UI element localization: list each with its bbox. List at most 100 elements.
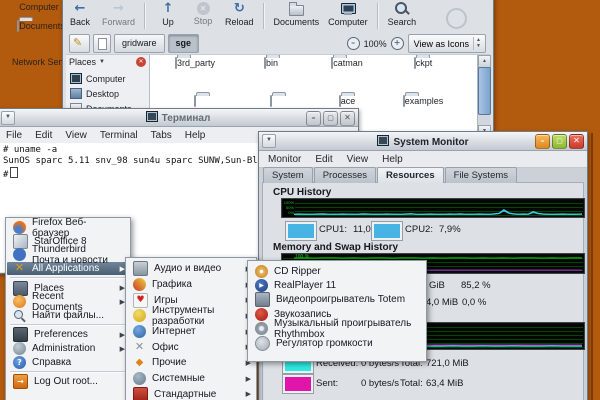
documents-icon — [287, 1, 305, 16]
menu-item-preferences[interactable]: Preferences — [7, 328, 129, 342]
term-menu-terminal[interactable]: Terminal — [100, 130, 138, 141]
folder-row2-2[interactable] — [238, 96, 304, 106]
folder-ckpt[interactable]: ckpt — [390, 58, 456, 68]
folder-examples[interactable]: examples — [390, 96, 456, 106]
terminal-line: # — [3, 170, 8, 180]
zoom-in-button[interactable] — [391, 37, 404, 50]
back-button[interactable]: ← Back — [67, 1, 93, 27]
system-monitor-tabs: SystemProcessesResourcesFile Systems — [263, 167, 518, 183]
folder-icon — [331, 57, 333, 69]
computer-mini-icon — [70, 73, 82, 84]
term-menu-help[interactable]: Help — [185, 130, 206, 141]
cpu-history-graph: 100% 50% 0% — [281, 198, 585, 218]
computer-button[interactable]: Computer — [328, 1, 368, 27]
tab-resources[interactable]: Resources — [377, 167, 444, 183]
folder-3rd-party[interactable]: 3rd_party — [162, 58, 228, 68]
menu-item-totem[interactable]: Видеопроигрыватель Totem — [249, 293, 425, 307]
menu-item-system[interactable]: Системные — [127, 371, 255, 387]
folder-ace[interactable]: ace — [314, 96, 380, 106]
menu-item-audio-video[interactable]: Аудио и видео — [127, 261, 255, 277]
tab-file-systems[interactable]: File Systems — [445, 167, 517, 183]
maximize-button[interactable] — [323, 111, 338, 126]
term-menu-file[interactable]: File — [6, 130, 22, 141]
location-note-button[interactable] — [93, 34, 111, 53]
folder-row2-1[interactable] — [162, 96, 228, 106]
sm-menu-view[interactable]: View — [347, 154, 369, 165]
menu-item-rhythmbox[interactable]: Музыкальный проигрыватель Rhythmbox — [249, 322, 425, 336]
place-desktop[interactable]: Desktop — [66, 86, 149, 101]
scrollbar-thumb[interactable] — [478, 67, 491, 115]
place-computer[interactable]: Computer — [66, 71, 149, 86]
cpu2-swatch[interactable] — [372, 222, 402, 240]
search-button[interactable]: Search — [388, 1, 417, 27]
up-button[interactable]: ↑ Up — [155, 1, 181, 27]
term-menu-view[interactable]: View — [65, 130, 87, 141]
term-menu-tabs[interactable]: Tabs — [151, 130, 172, 141]
staroffice-icon — [13, 234, 28, 249]
sound-recorder-icon — [255, 308, 268, 321]
close-button[interactable] — [340, 111, 355, 126]
audio-video-submenu: CD Ripper ▶ RealPlayer 11 Видеопроигрыва… — [247, 260, 427, 362]
menu-item-office[interactable]: ✕ Офис — [127, 339, 255, 355]
terminal-icon — [146, 111, 158, 122]
menu-item-administration[interactable]: Administration — [7, 342, 129, 356]
sm-menu-monitor[interactable]: Monitor — [268, 154, 301, 165]
cpu-graph-lines — [294, 200, 582, 216]
folder-icon — [270, 95, 272, 107]
file-manager-toolbar: ← Back → Forward ↑ Up ✕ Stop ↻ Reload Do… — [67, 1, 443, 31]
menu-item-cd-ripper[interactable]: CD Ripper — [249, 264, 425, 278]
received-total: 721,0 MiB — [426, 358, 469, 369]
breadcrumb-sge[interactable]: sge — [168, 34, 200, 53]
edit-location-button[interactable] — [69, 34, 90, 53]
zoom-out-button[interactable] — [347, 37, 360, 50]
reload-button[interactable]: ↻ Reload — [225, 1, 254, 27]
menu-item-firefox[interactable]: Firefox Веб-браузер — [7, 221, 129, 235]
folder-icon — [264, 57, 266, 69]
tab-processes[interactable]: Processes — [314, 167, 376, 183]
documents-button[interactable]: Documents — [274, 1, 320, 27]
terminal-titlebar[interactable]: Терминал — [0, 109, 358, 127]
forward-button[interactable]: → Forward — [102, 1, 135, 27]
menu-item-devel[interactable]: Инструменты разработки — [127, 308, 255, 324]
accessories-icon — [133, 387, 148, 400]
menu-item-logout[interactable]: → Log Out root... — [7, 375, 129, 389]
folder-catman[interactable]: catman — [314, 58, 380, 68]
menu-item-thunderbird[interactable]: Thunderbird Почта и новости — [7, 248, 129, 262]
term-menu-edit[interactable]: Edit — [35, 130, 52, 141]
menu-item-help[interactable]: ? Справка — [7, 355, 129, 369]
menu-item-other[interactable]: ◆ Прочие — [127, 355, 255, 371]
terminal-line: # uname -a — [3, 145, 57, 155]
memory-history-heading: Memory and Swap History — [273, 242, 398, 253]
close-button[interactable] — [569, 134, 584, 149]
sm-menu-help[interactable]: Help — [382, 154, 403, 165]
terminal-line: SunOS sparc 5.11 snv_98 sun4u sparc SUNW… — [3, 156, 301, 166]
folder-icon — [339, 95, 341, 107]
stop-button[interactable]: ✕ Stop — [190, 1, 216, 26]
desktop-icon-documents-label: Documents — [19, 21, 65, 31]
close-sidebar-button[interactable] — [136, 57, 146, 67]
scrollbar[interactable] — [477, 55, 490, 138]
main-menu-popup: Firefox Веб-браузер StarOffice 8 Thunder… — [5, 217, 131, 400]
menu-item-graphics[interactable]: Графика — [127, 277, 255, 293]
minimize-button[interactable] — [535, 134, 550, 149]
minimize-button[interactable] — [306, 111, 321, 126]
tab-system[interactable]: System — [263, 167, 313, 183]
sent-swatch[interactable] — [283, 375, 313, 393]
window-menu-button[interactable] — [262, 134, 276, 148]
maximize-button[interactable] — [552, 134, 567, 149]
separator — [263, 3, 265, 29]
cpu1-label: CPU1: — [319, 224, 347, 235]
breadcrumb-gridware[interactable]: gridware — [114, 34, 165, 53]
view-mode-select[interactable]: View as Icons — [408, 34, 486, 53]
sm-menu-edit[interactable]: Edit — [315, 154, 332, 165]
places-header[interactable]: Places — [69, 57, 96, 67]
folder-bin[interactable]: bin — [238, 58, 304, 68]
menu-item-accessories[interactable]: Стандартные — [127, 387, 255, 400]
desktop-icon-computer[interactable]: Computer — [8, 2, 70, 12]
menu-item-realplayer[interactable]: ▶ RealPlayer 11 — [249, 278, 425, 292]
window-menu-button[interactable] — [1, 111, 15, 125]
system-monitor-titlebar[interactable]: System Monitor — [259, 132, 587, 151]
cd-ripper-icon — [255, 265, 268, 278]
cpu1-swatch[interactable] — [286, 222, 316, 240]
menu-item-recent-documents[interactable]: Recent Documents — [7, 295, 129, 309]
